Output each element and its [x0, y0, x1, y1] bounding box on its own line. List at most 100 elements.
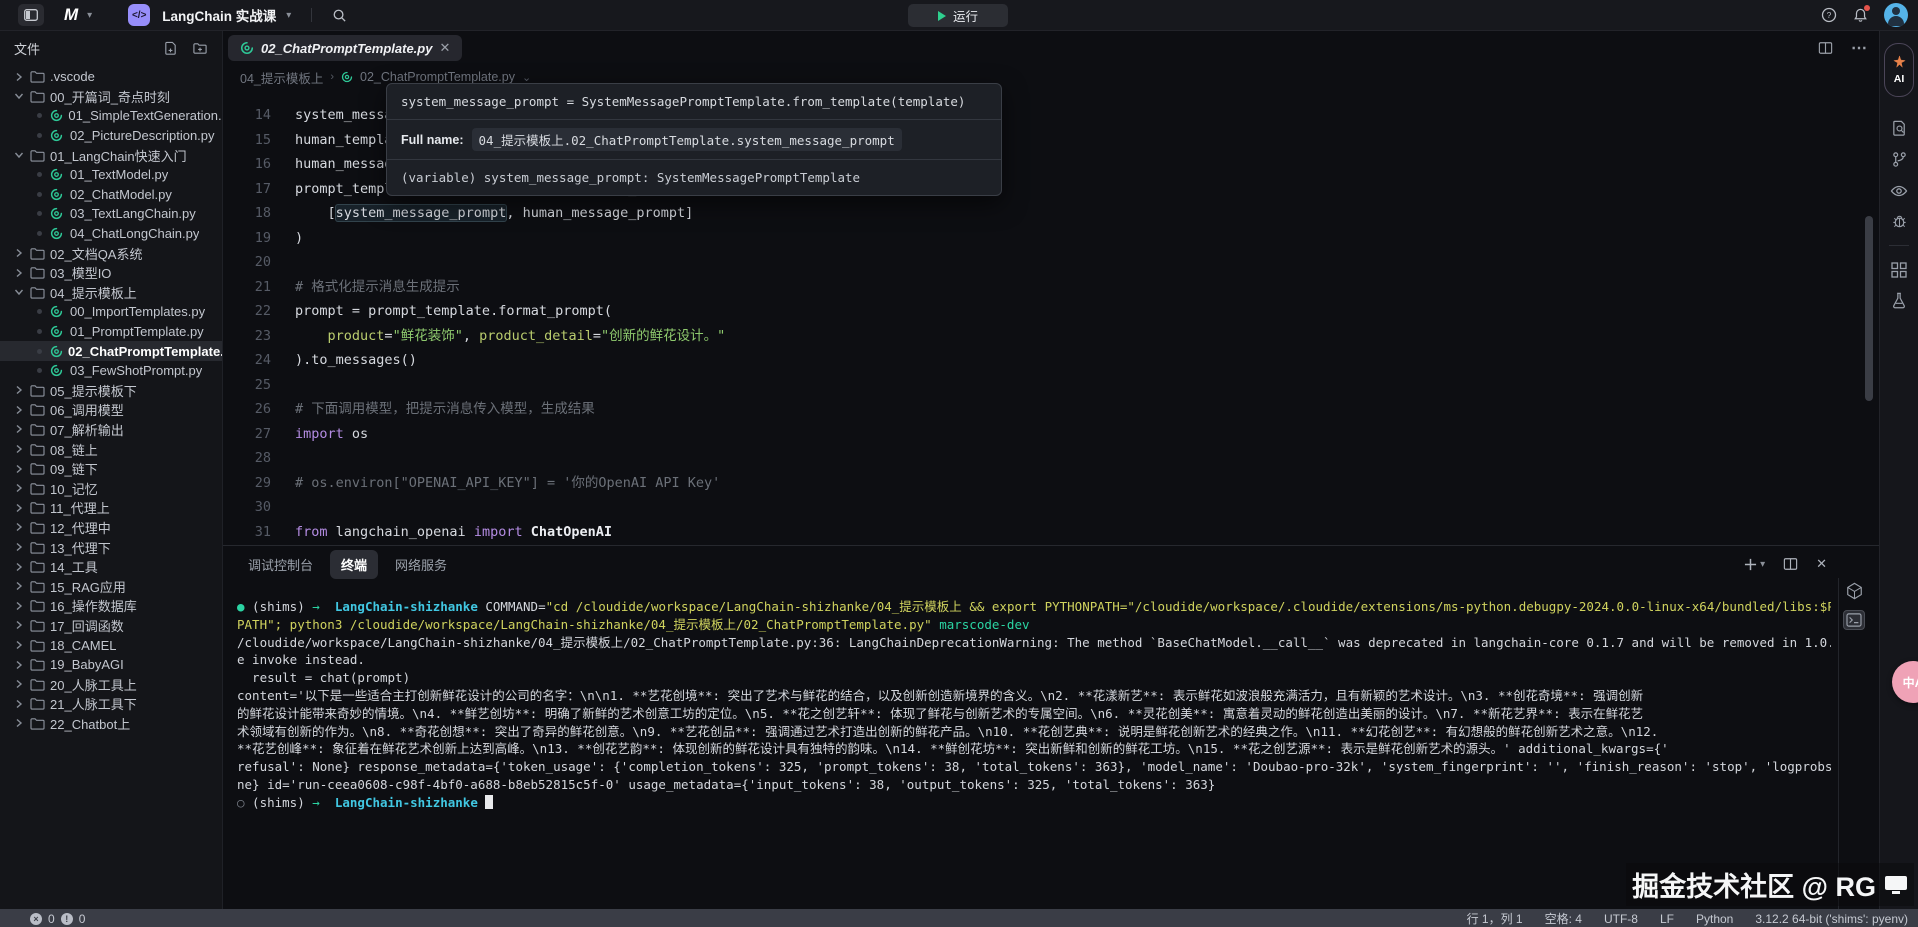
tree-folder-item[interactable]: 05_提示模板下 — [0, 381, 222, 401]
more-actions-icon[interactable]: ⋯ — [1851, 38, 1867, 58]
tree-folder-item[interactable]: 22_Chatbot上 — [0, 714, 222, 734]
workspace-title[interactable]: LangChain 实战课 — [162, 5, 276, 25]
editor-scrollbar[interactable] — [1865, 216, 1873, 401]
errors-count[interactable]: 0 — [48, 912, 55, 926]
code-line[interactable]: 29# os.environ["OPENAI_API_KEY"] = '你的Op… — [223, 471, 1879, 496]
new-folder-icon[interactable] — [192, 41, 208, 56]
chevron-down-icon[interactable]: ▾ — [87, 10, 92, 21]
tree-folder-item[interactable]: 16_操作数据库 — [0, 596, 222, 616]
tree-folder-item[interactable]: 04_提示模板上 — [0, 283, 222, 303]
preview-eye-icon[interactable] — [1890, 175, 1908, 206]
warnings-count[interactable]: 0 — [79, 912, 86, 926]
tree-folder-item[interactable]: 14_工具 — [0, 557, 222, 577]
chevron-down-icon[interactable]: ▾ — [286, 10, 291, 21]
tree-file-item[interactable]: 02_ChatModel.py — [0, 185, 222, 205]
code-line[interactable]: 31from langchain_openai import ChatOpenA… — [223, 520, 1879, 545]
debug-bug-icon[interactable] — [1891, 206, 1908, 237]
container-cube-icon[interactable] — [1846, 582, 1863, 600]
code-line[interactable]: 19) — [223, 226, 1879, 251]
split-editor-icon[interactable] — [1818, 41, 1833, 55]
new-file-icon[interactable] — [163, 41, 178, 56]
terminal-output[interactable]: ● (shims) → LangChain-shizhanke COMMAND=… — [237, 598, 1831, 905]
tree-folder-item[interactable]: 06_调用模型 — [0, 400, 222, 420]
terminal-icon[interactable] — [1843, 610, 1865, 630]
tree-folder-item[interactable]: 19_BabyAGI — [0, 655, 222, 675]
tree-item-label: 11_代理上 — [50, 498, 110, 517]
status-eol[interactable]: LF — [1660, 912, 1674, 926]
sidebar-toggle-button[interactable] — [18, 4, 44, 26]
tab-terminal[interactable]: 终端 — [330, 550, 378, 579]
code-line[interactable]: 20 — [223, 250, 1879, 275]
tree-folder-item[interactable]: 20_人脉工具上 — [0, 674, 222, 694]
lab-flask-icon[interactable] — [1891, 285, 1907, 316]
new-terminal-button[interactable]: ▾ — [1744, 558, 1765, 571]
close-panel-icon[interactable]: ✕ — [1816, 556, 1827, 572]
code-line[interactable]: 25 — [223, 373, 1879, 398]
tree-file-item[interactable]: 03_FewShotPrompt.py — [0, 361, 222, 381]
code-line[interactable]: 24).to_messages() — [223, 348, 1879, 373]
search-icon[interactable] — [332, 8, 347, 23]
translate-badge[interactable]: 中A — [1892, 661, 1918, 703]
extensions-grid-icon[interactable] — [1891, 254, 1907, 285]
tree-file-item[interactable]: 04_ChatLongChain.py — [0, 224, 222, 244]
marscode-logo[interactable]: M — [64, 5, 77, 25]
tree-folder-item[interactable]: 11_代理上 — [0, 498, 222, 518]
tree-folder-item[interactable]: 17_回调函数 — [0, 616, 222, 636]
tree-item-label: 16_操作数据库 — [50, 596, 137, 615]
code-line[interactable]: 22prompt = prompt_template.format_prompt… — [223, 299, 1879, 324]
tree-folder-item[interactable]: 09_链下 — [0, 459, 222, 479]
split-terminal-icon[interactable] — [1783, 557, 1798, 571]
tree-file-item[interactable]: 00_ImportTemplates.py — [0, 302, 222, 322]
code-line[interactable]: 28 — [223, 446, 1879, 471]
tree-folder-item[interactable]: 02_文档QA系统 — [0, 243, 222, 263]
code-line[interactable]: 23 product="鲜花装饰", product_detail="创新的鲜花… — [223, 324, 1879, 349]
tree-file-item[interactable]: 01_PromptTemplate.py — [0, 322, 222, 342]
status-language[interactable]: Python — [1696, 912, 1733, 926]
tree-folder-item[interactable]: .vscode — [0, 67, 222, 87]
close-icon[interactable]: ✕ — [439, 40, 450, 56]
chevron-down-icon[interactable]: ▾ — [1760, 559, 1765, 570]
warnings-icon[interactable]: ! — [61, 913, 73, 925]
tree-file-item[interactable]: 01_SimpleTextGeneration.py — [0, 106, 222, 126]
editor-tab[interactable]: 02_ChatPromptTemplate.py ✕ — [228, 35, 462, 61]
tree-folder-item[interactable]: 01_LangChain快速入门 — [0, 145, 222, 165]
tree-folder-item[interactable]: 10_记忆 — [0, 478, 222, 498]
notifications-bell-icon[interactable] — [1853, 7, 1868, 23]
code-line[interactable]: 21# 格式化提示消息生成提示 — [223, 275, 1879, 300]
ai-assistant-button[interactable]: AI — [1884, 43, 1914, 97]
status-cursor-position[interactable]: 行 1，列 1 — [1467, 910, 1523, 927]
tree-folder-item[interactable]: 07_解析输出 — [0, 420, 222, 440]
tree-folder-item[interactable]: 18_CAMEL — [0, 635, 222, 655]
tree-file-item[interactable]: 01_TextModel.py — [0, 165, 222, 185]
tree-file-item[interactable]: 02_PictureDescription.py — [0, 126, 222, 146]
avatar[interactable] — [1884, 3, 1908, 27]
breadcrumb-folder[interactable]: 04_提示模板上 — [240, 68, 323, 87]
tree-folder-item[interactable]: 12_代理中 — [0, 518, 222, 538]
code-line[interactable]: 18 [system_message_prompt, human_message… — [223, 201, 1879, 226]
tree-file-item[interactable]: 02_ChatPromptTemplate.py — [0, 341, 222, 361]
source-control-icon[interactable] — [1891, 144, 1908, 175]
tree-folder-item[interactable]: 21_人脉工具下 — [0, 694, 222, 714]
breadcrumb-file[interactable]: 02_ChatPromptTemplate.py — [360, 70, 515, 84]
code-line[interactable]: 26# 下面调用模型，把提示消息传入模型，生成结果 — [223, 397, 1879, 422]
help-icon[interactable]: ? — [1821, 7, 1837, 23]
run-button[interactable]: 运行 — [908, 4, 1008, 27]
line-number: 27 — [223, 422, 295, 447]
tree-folder-item[interactable]: 15_RAG应用 — [0, 576, 222, 596]
tree-folder-item[interactable]: 03_模型IO — [0, 263, 222, 283]
status-encoding[interactable]: UTF-8 — [1604, 912, 1638, 926]
file-search-icon[interactable] — [1891, 113, 1908, 144]
tab-network-service[interactable]: 网络服务 — [384, 550, 458, 579]
tree-item-label: 03_TextLangChain.py — [70, 206, 196, 221]
tree-folder-item[interactable]: 08_链上 — [0, 439, 222, 459]
status-indentation[interactable]: 空格: 4 — [1545, 910, 1582, 927]
file-tree[interactable]: .vscode00_开篇词_奇点时刻01_SimpleTextGeneratio… — [0, 65, 222, 909]
tree-folder-item[interactable]: 00_开篇词_奇点时刻 — [0, 87, 222, 107]
tab-debug-console[interactable]: 调试控制台 — [237, 550, 324, 579]
code-line[interactable]: 27import os — [223, 422, 1879, 447]
tree-file-item[interactable]: 03_TextLangChain.py — [0, 204, 222, 224]
errors-icon[interactable]: × — [30, 913, 42, 925]
status-interpreter[interactable]: 3.12.2 64-bit ('shims': pyenv) — [1755, 912, 1908, 926]
code-line[interactable]: 30 — [223, 495, 1879, 520]
tree-folder-item[interactable]: 13_代理下 — [0, 537, 222, 557]
